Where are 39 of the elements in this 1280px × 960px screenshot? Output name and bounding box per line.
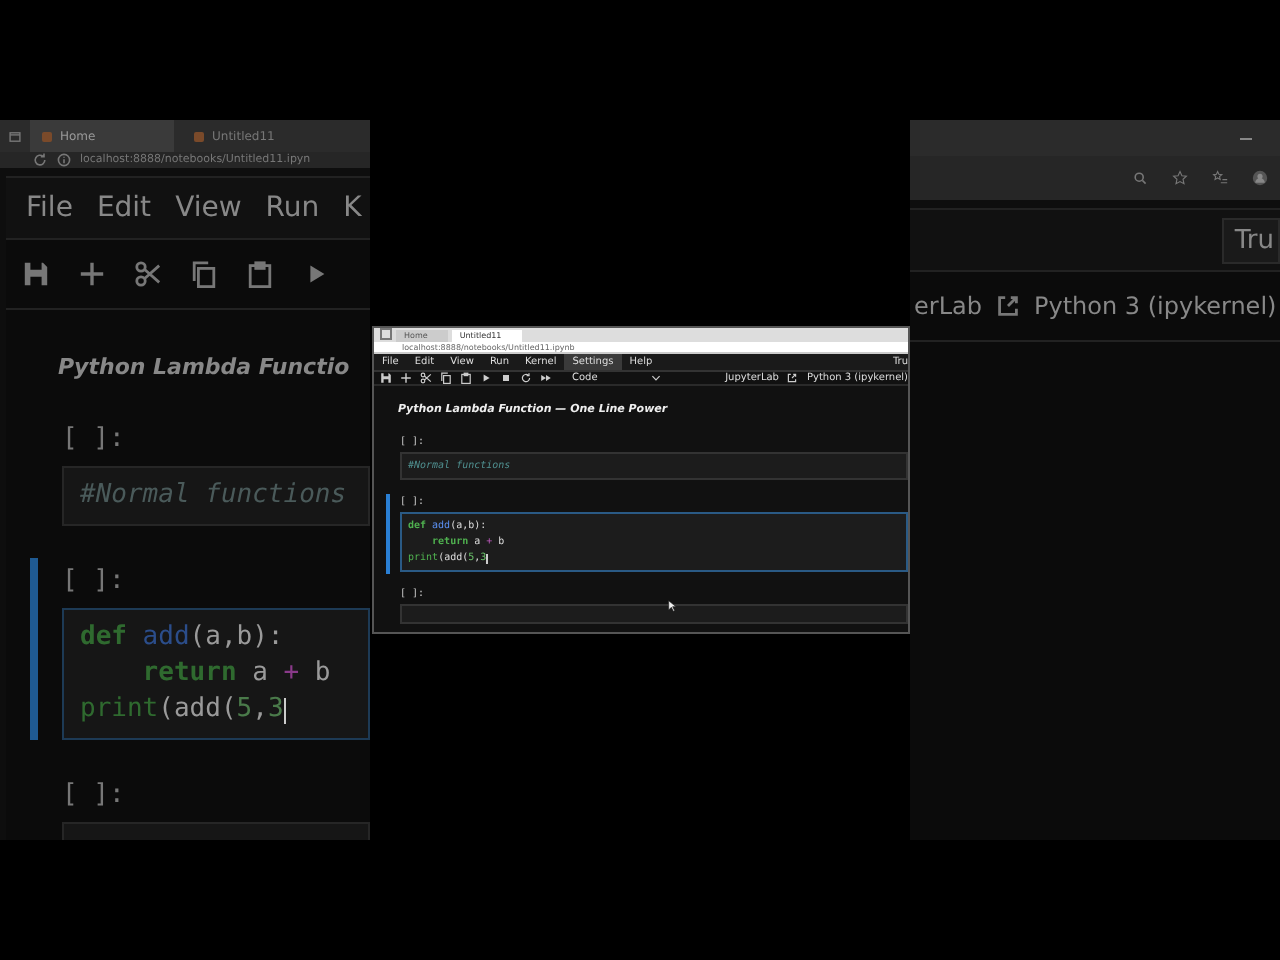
code-line: return a + b xyxy=(140,656,333,692)
external-link-icon[interactable] xyxy=(786,372,799,384)
reload-icon[interactable] xyxy=(32,152,48,168)
stop-icon[interactable] xyxy=(500,372,512,384)
code-cell[interactable]: def add(a,b): return a + b print(add(5,3 xyxy=(62,608,370,740)
add-icon[interactable] xyxy=(400,372,412,384)
save-icon[interactable] xyxy=(380,372,392,384)
cell-prompt: [ ]: xyxy=(62,566,127,596)
menu-item[interactable]: K xyxy=(343,192,362,224)
jupyterlab-link[interactable]: erLab xyxy=(914,292,982,320)
paste-icon[interactable] xyxy=(460,372,472,384)
trust-button[interactable]: Tru xyxy=(1222,217,1280,263)
caret-icon[interactable] xyxy=(649,372,662,384)
favorites-icon[interactable] xyxy=(1212,170,1228,186)
minimize-icon[interactable] xyxy=(1240,137,1252,139)
mouse-pointer-icon xyxy=(668,600,676,612)
add-icon[interactable] xyxy=(78,260,106,288)
tab-actions-icon[interactable] xyxy=(8,129,22,143)
cell-prompt: [ ]: xyxy=(62,424,127,454)
tab-actions-icon[interactable] xyxy=(380,328,392,340)
active-cell-marker xyxy=(386,494,390,574)
code-line: def add(a,b): xyxy=(80,620,286,656)
menu-item[interactable]: File xyxy=(26,192,73,224)
menu-item[interactable]: Edit xyxy=(96,192,152,224)
copy-icon[interactable] xyxy=(440,372,452,384)
cell-prompt: [ ]: xyxy=(62,780,127,810)
profile-icon[interactable] xyxy=(1252,170,1268,186)
notebook-title: Python Lambda Functio xyxy=(58,354,352,380)
code-line: #Normal functions xyxy=(80,478,349,514)
scissors-icon[interactable] xyxy=(420,372,432,384)
menu-item[interactable]: View xyxy=(175,192,242,224)
code-cell[interactable] xyxy=(400,604,908,624)
info-icon[interactable] xyxy=(56,152,72,168)
kernel-name[interactable]: Python 3 (ipykernel) xyxy=(1033,292,1277,320)
menu-item[interactable]: Run xyxy=(265,192,320,224)
restart-icon[interactable] xyxy=(520,372,532,384)
zoom-icon[interactable] xyxy=(1132,170,1148,186)
code-line: print(add(5,3 xyxy=(80,692,288,728)
star-icon[interactable] xyxy=(1172,170,1188,186)
